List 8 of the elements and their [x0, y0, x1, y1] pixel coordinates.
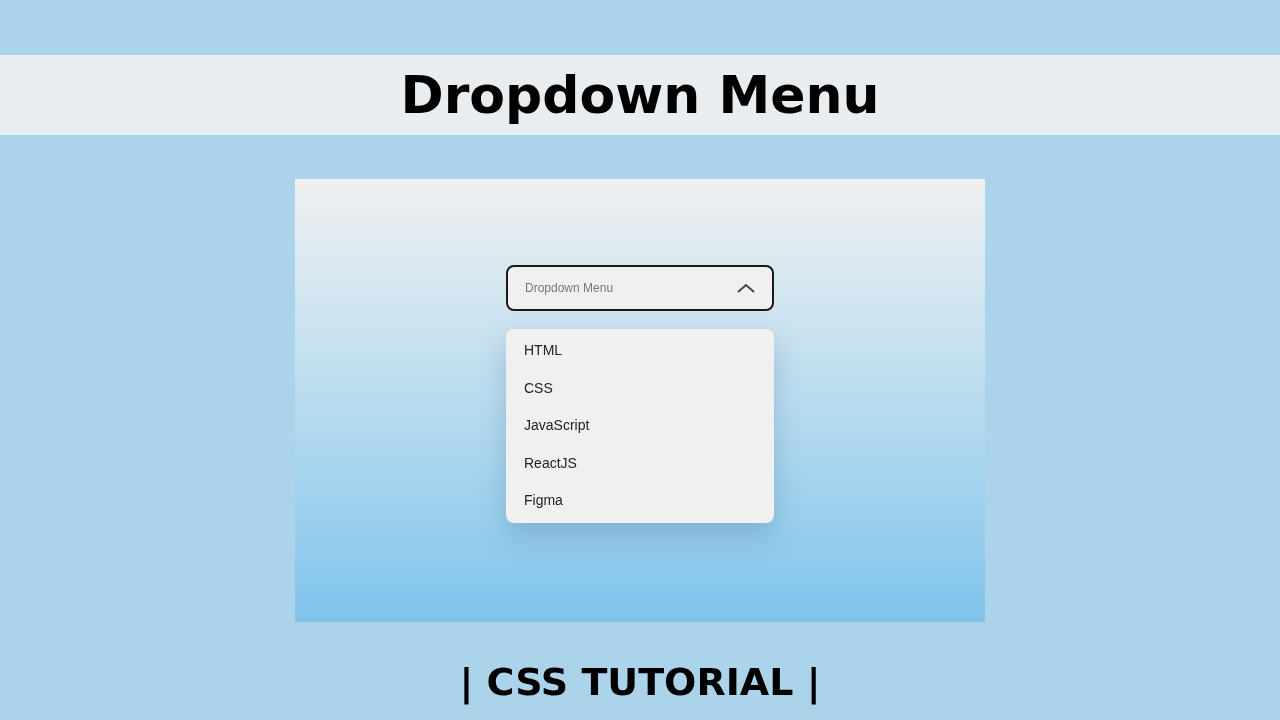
menu-item[interactable]: JavaScript: [506, 407, 774, 445]
menu-item[interactable]: HTML: [506, 332, 774, 370]
caption: | CSS TUTORIAL |: [459, 659, 821, 707]
dropdown-toggle[interactable]: Dropdown Menu: [506, 265, 774, 311]
menu-item[interactable]: ReactJS: [506, 444, 774, 482]
menu-item[interactable]: CSS: [506, 369, 774, 407]
menu-item[interactable]: Figma: [506, 482, 774, 520]
chevron-icon: [737, 283, 755, 293]
